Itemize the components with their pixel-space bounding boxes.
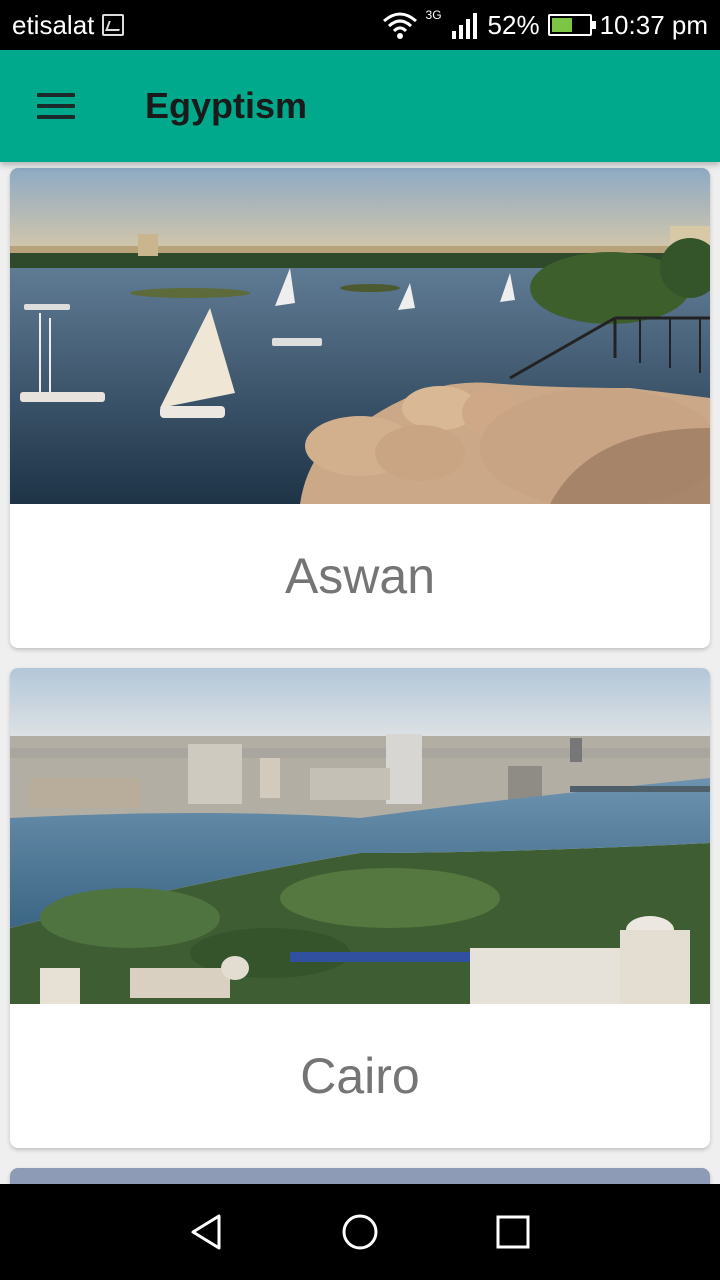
app-title: Egyptism	[145, 85, 308, 126]
battery-level	[551, 18, 573, 32]
next-city-photo	[10, 1168, 710, 1184]
network-type: 3G	[425, 8, 442, 22]
aswan-nile-feluccas-photo	[10, 168, 710, 504]
city-card-aswan[interactable]: Aswan	[10, 168, 710, 648]
home-button[interactable]	[330, 1202, 390, 1262]
city-name-aswan: Aswan	[284, 548, 436, 604]
hamburger-menu-button[interactable]	[0, 50, 112, 162]
city-card-next[interactable]	[10, 1168, 710, 1184]
battery-percent: 52%	[487, 9, 540, 40]
hamburger-menu-icon	[37, 93, 75, 119]
cairo-nile-skyline-photo	[10, 668, 710, 1004]
system-nav-bar	[0, 1184, 720, 1280]
city-name-cairo: Cairo	[300, 1048, 420, 1104]
carrier-name: etisalat	[12, 9, 95, 40]
app-bar: Egyptism	[0, 50, 720, 162]
battery-icon	[547, 14, 596, 36]
city-card-cairo[interactable]: Cairo	[10, 668, 710, 1148]
clock: 10:37 pm	[599, 9, 708, 40]
signal-icon	[451, 13, 477, 39]
home-circle-icon	[342, 1214, 378, 1250]
image-notification-icon	[102, 14, 125, 36]
back-triangle-icon	[191, 1214, 221, 1250]
recents-button[interactable]	[483, 1202, 543, 1262]
status-bar: etisalat 3G 52% 10:37 pm	[0, 0, 720, 50]
recents-square-icon	[496, 1215, 530, 1249]
back-button[interactable]	[177, 1202, 237, 1262]
city-list[interactable]: Aswan Cairo	[0, 162, 720, 1184]
wifi-icon	[382, 12, 417, 39]
